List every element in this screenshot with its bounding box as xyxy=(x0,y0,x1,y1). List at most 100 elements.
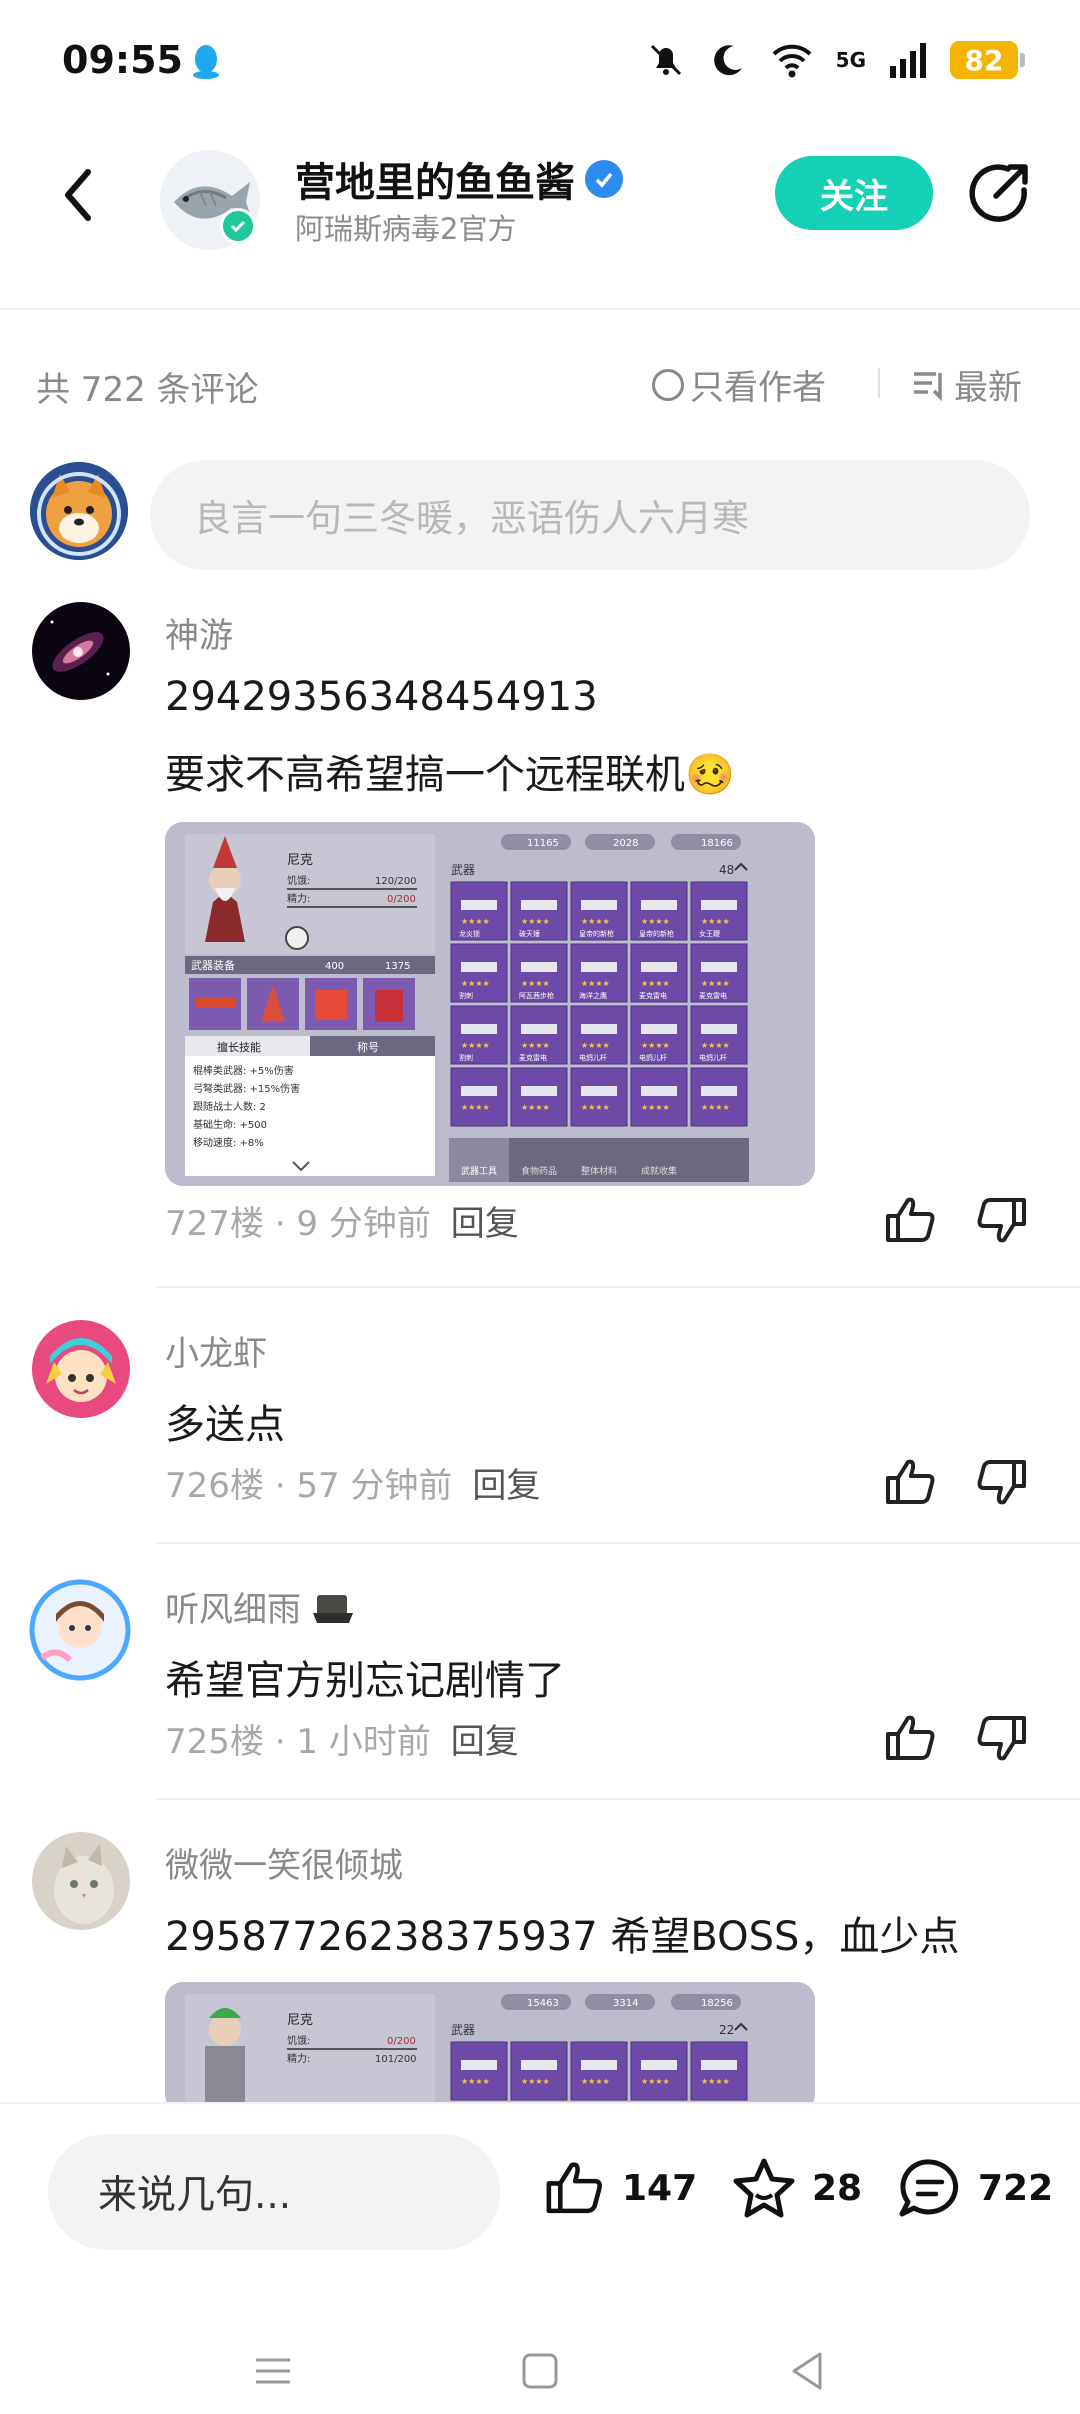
weapon-name: 割刺 xyxy=(459,991,473,1000)
follow-button[interactable]: 关注 xyxy=(775,156,933,230)
battery-indicator: 82 xyxy=(950,41,1025,79)
author-name[interactable]: 营地里的鱼鱼酱 xyxy=(295,150,575,208)
reply-button[interactable]: 回复 xyxy=(472,1466,540,1506)
hat-badge-icon xyxy=(311,1587,355,1627)
comments-button[interactable]: 722 xyxy=(896,2148,1053,2228)
svg-text:精力:: 精力: xyxy=(287,892,310,905)
svg-text:武器工具: 武器工具 xyxy=(461,1165,497,1177)
thumb-up-icon[interactable] xyxy=(882,1192,938,1248)
thumb-up-icon xyxy=(540,2156,608,2220)
comment-divider xyxy=(155,1798,1080,1800)
sort-dropdown[interactable]: 最新 xyxy=(912,360,1022,409)
weapon-sprite xyxy=(641,1086,677,1096)
comment-bubble-icon xyxy=(896,2156,964,2220)
weapon-stars: ★★★★ xyxy=(521,1041,550,1050)
commenter-avatar[interactable] xyxy=(32,1832,130,1930)
comment-input[interactable]: 良言一句三冬暖，恶语伤人六月寒 xyxy=(150,460,1030,570)
weapon-stars: ★★★★ xyxy=(461,2077,490,2086)
commenter-name[interactable]: 听风细雨 xyxy=(165,1582,301,1631)
wifi-icon xyxy=(770,40,814,80)
weapon-name: 麦克雷电 xyxy=(639,991,667,1000)
moon-icon xyxy=(708,40,748,80)
svg-text:擅长技能: 擅长技能 xyxy=(217,1040,261,1054)
only-author-toggle[interactable]: 只看作者 xyxy=(652,360,826,409)
reply-button[interactable]: 回复 xyxy=(451,1204,519,1244)
svg-text:成就收集: 成就收集 xyxy=(641,1165,677,1177)
weapon-sprite xyxy=(581,2060,617,2070)
like-button[interactable]: 147 xyxy=(540,2148,697,2228)
svg-text:称号: 称号 xyxy=(357,1040,379,1054)
back-triangle-icon[interactable] xyxy=(782,2346,832,2396)
weapon-stars: ★★★★ xyxy=(581,917,610,926)
favorite-button[interactable]: 28 xyxy=(730,2148,862,2228)
svg-text:48: 48 xyxy=(719,863,734,877)
weapon-sprite xyxy=(701,2060,737,2070)
svg-text:22: 22 xyxy=(719,2023,734,2037)
thumb-down-icon[interactable] xyxy=(974,1192,1030,1248)
my-avatar[interactable] xyxy=(30,462,128,560)
weapon-sprite xyxy=(521,900,557,910)
shot-char-name: 尼克 xyxy=(287,853,313,868)
weapon-name: 阿瓦茜步枪 xyxy=(519,991,554,1000)
home-icon[interactable] xyxy=(515,2346,565,2396)
svg-text:整体材料: 整体材料 xyxy=(581,1165,617,1177)
game-screenshot[interactable]: 尼克 饥饿: 0/200 精力: 101/200 15463 3314 1825… xyxy=(165,1982,815,2112)
svg-text:饥饿:: 饥饿: xyxy=(287,2034,310,2047)
svg-text:1375: 1375 xyxy=(385,961,410,972)
thumb-up-icon[interactable] xyxy=(882,1710,938,1766)
commenter-avatar[interactable] xyxy=(32,602,130,700)
weapon-stars: ★★★★ xyxy=(581,1103,610,1112)
comment-time: 1 小时前 xyxy=(296,1722,431,1762)
weapon-sprite xyxy=(521,2060,557,2070)
weapon-sprite xyxy=(581,962,617,972)
bottom-comment-input[interactable]: 来说几句... xyxy=(48,2134,500,2250)
svg-text:11165: 11165 xyxy=(527,838,559,849)
svg-text:120/200: 120/200 xyxy=(375,876,417,887)
comment-text: 29587726238375937 希望BOSS，血少点 xyxy=(165,1914,960,1960)
network-type: 5G xyxy=(835,48,866,72)
weapon-sprite xyxy=(521,1024,557,1034)
comment-text: 29429356348454913 xyxy=(165,674,598,720)
commenter-avatar[interactable] xyxy=(32,1320,130,1418)
bottom-action-bar: 来说几句... 147 28 722 xyxy=(0,2102,1080,2414)
weapon-sprite xyxy=(581,1086,617,1096)
weapon-slot xyxy=(570,2041,628,2101)
weapon-stars: ★★★★ xyxy=(581,1041,610,1050)
svg-text:移动速度: +8%: 移动速度: +8% xyxy=(193,1136,264,1149)
weapon-stars: ★★★★ xyxy=(701,1103,730,1112)
back-arrow-icon[interactable] xyxy=(52,162,112,228)
svg-text:18166: 18166 xyxy=(701,838,733,849)
weapon-name: 电鸽儿杆 xyxy=(699,1053,727,1062)
weapon-name: 皇帝的新枪 xyxy=(579,929,614,938)
game-screenshot[interactable]: 尼克 饥饿: 120/200 精力: 0/200 11165 2028 1816… xyxy=(165,822,815,1186)
sort-label: 最新 xyxy=(954,368,1022,408)
status-time: 09:55 xyxy=(62,38,183,82)
weapon-stars: ★★★★ xyxy=(701,979,730,988)
commenter-name[interactable]: 微微一笑很倾城 xyxy=(165,1838,403,1887)
comment-text: 要求不高希望搞一个远程联机🥴 xyxy=(165,752,735,798)
thumb-down-icon[interactable] xyxy=(974,1454,1030,1510)
weapon-stars: ★★★★ xyxy=(641,1103,670,1112)
svg-text:3314: 3314 xyxy=(613,1998,638,2009)
weapon-name: 破天锤 xyxy=(519,929,540,938)
thumb-up-icon[interactable] xyxy=(882,1454,938,1510)
commenter-name[interactable]: 神游 xyxy=(165,608,233,657)
svg-text:2028: 2028 xyxy=(613,838,638,849)
svg-text:武器: 武器 xyxy=(451,2023,475,2037)
weapon-name: 电鸽儿杆 xyxy=(639,1053,667,1062)
commenter-name[interactable]: 小龙虾 xyxy=(165,1326,267,1375)
weapon-sprite xyxy=(701,900,737,910)
svg-text:0/200: 0/200 xyxy=(387,894,416,905)
comment-text: 多送点 xyxy=(165,1402,285,1448)
commenter-avatar[interactable] xyxy=(26,1576,134,1684)
thumb-down-icon[interactable] xyxy=(974,1710,1030,1766)
share-icon[interactable] xyxy=(966,160,1034,228)
svg-text:18256: 18256 xyxy=(701,1998,733,2009)
menu-icon[interactable] xyxy=(248,2346,298,2396)
weapon-stars: ★★★★ xyxy=(701,917,730,926)
weapon-sprite xyxy=(641,900,677,910)
weapon-stars: ★★★★ xyxy=(521,917,550,926)
official-badge-icon xyxy=(585,160,623,198)
reply-button[interactable]: 回复 xyxy=(451,1722,519,1762)
svg-text:武器: 武器 xyxy=(451,863,475,877)
